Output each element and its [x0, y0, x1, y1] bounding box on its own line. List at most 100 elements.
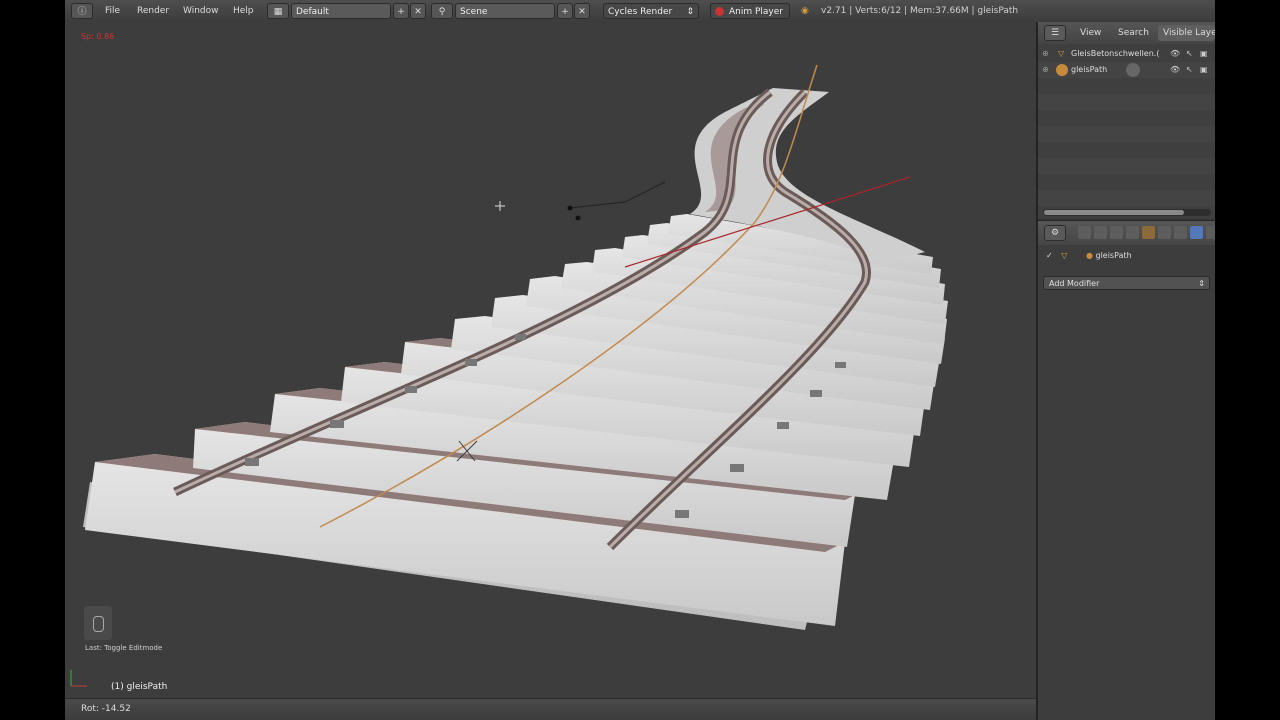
scrollbar-thumb[interactable]	[1044, 210, 1184, 215]
fastener	[245, 458, 259, 466]
outliner-empty-row	[1038, 78, 1215, 94]
add-screen-button[interactable]: +	[393, 3, 409, 19]
curve-object-icon	[1056, 64, 1068, 76]
outliner-empty-row	[1038, 158, 1215, 174]
fastener	[835, 362, 846, 368]
mesh-object-icon: ▽	[1061, 251, 1068, 260]
data-tab-icon[interactable]	[1174, 226, 1187, 239]
properties-header: ⚙	[1038, 220, 1215, 245]
track-scene	[70, 64, 948, 687]
viewport-corner-text: Sp: 0.86	[81, 32, 115, 41]
render-engine-label: Cycles Render	[608, 7, 673, 17]
scene-icon[interactable]: ⚲	[431, 3, 453, 19]
render-engine-select[interactable]: Cycles Render ⇕	[603, 3, 699, 19]
scene-tab-icon[interactable]	[1110, 226, 1123, 239]
stop-icon	[715, 7, 724, 16]
menu-help[interactable]: Help	[229, 3, 258, 19]
fastener	[405, 386, 417, 393]
outliner-item-name: gleisPath	[1071, 65, 1108, 74]
properties-editor: ⚙ ✓ ▽ ● gleisPath Add Modifier ⇕	[1038, 220, 1215, 720]
breadcrumb-object: gleisPath	[1095, 251, 1132, 260]
outliner-empty-row	[1038, 126, 1215, 142]
world-tab-icon[interactable]	[1126, 226, 1139, 239]
outliner-empty-row	[1038, 110, 1215, 126]
letterbox-left	[0, 0, 65, 720]
material-tab-icon[interactable]	[1206, 226, 1215, 239]
menu-file[interactable]: File	[101, 3, 124, 19]
screen-layout-field[interactable]: Default	[291, 3, 391, 19]
expand-icon[interactable]: ⊕	[1042, 46, 1049, 62]
properties-editor-icon[interactable]: ⚙	[1044, 225, 1066, 241]
curve-data-icon	[1126, 63, 1140, 77]
object-tab-icon[interactable]	[1142, 226, 1155, 239]
info-header: ⓘ File Render Window Help ▦ Default + ✕ …	[65, 0, 1215, 23]
anim-player-button[interactable]: Anim Player	[710, 3, 790, 19]
axis-gizmo	[70, 670, 87, 687]
scene-stats: v2.71 | Verts:6/12 | Mem:37.66M | gleisP…	[821, 6, 1019, 16]
status-bar: Rot: -14.52	[65, 698, 1036, 720]
anim-player-label: Anim Player	[729, 7, 783, 17]
mouse-icon	[93, 616, 104, 632]
fastener	[810, 390, 822, 397]
outliner-tab-search[interactable]: Search	[1118, 28, 1149, 38]
render-layers-tab-icon[interactable]	[1094, 226, 1107, 239]
fastener	[330, 420, 344, 428]
outliner-filter-visible-layers[interactable]: Visible Layers	[1158, 25, 1215, 41]
remove-scene-button[interactable]: ✕	[574, 3, 590, 19]
remove-screen-button[interactable]: ✕	[410, 3, 426, 19]
3d-viewport[interactable]: Sp: 0.86 Last: Toggle Editmode (1) gleis…	[65, 22, 1036, 698]
last-operator: Last: Toggle Editmode	[85, 644, 163, 652]
fastener	[465, 359, 477, 366]
handle-point[interactable]	[567, 205, 573, 211]
chevron-updown-icon: ⇕	[1198, 279, 1205, 288]
curve-object-icon: ●	[1085, 251, 1093, 260]
sleepers	[85, 214, 948, 626]
active-object-label: (1) gleisPath	[111, 682, 168, 692]
render-camera-icon[interactable]: ▣	[1200, 62, 1208, 78]
add-modifier-dropdown[interactable]: Add Modifier ⇕	[1043, 276, 1210, 290]
letterbox-right	[1215, 0, 1280, 720]
pin-icon[interactable]: ✓	[1046, 251, 1053, 260]
render-tab-icon[interactable]	[1078, 226, 1091, 239]
fastener	[515, 334, 526, 340]
menu-render[interactable]: Render	[133, 3, 173, 19]
outliner: ☰ View Search Visible Layers ⊕ ▽ GleisBe…	[1038, 22, 1215, 218]
visibility-icon[interactable]: 👁	[1170, 46, 1180, 62]
add-scene-button[interactable]: +	[557, 3, 573, 19]
constraints-tab-icon[interactable]	[1158, 226, 1171, 239]
outliner-empty-row	[1038, 142, 1215, 158]
mesh-object-icon: ▽	[1058, 49, 1065, 58]
object-origin-icon	[495, 201, 505, 211]
outliner-empty-row	[1038, 190, 1215, 206]
outliner-header: ☰ View Search Visible Layers	[1038, 22, 1215, 44]
outliner-editor-icon[interactable]: ☰	[1044, 25, 1066, 41]
curve-handle	[569, 181, 666, 209]
visibility-icon[interactable]: 👁	[1170, 62, 1180, 78]
blender-logo-icon: ◉	[801, 6, 809, 16]
breadcrumb: ✓ ▽ ● gleisPath	[1046, 251, 1132, 260]
scene-field[interactable]: Scene	[455, 3, 555, 19]
expand-icon[interactable]: ⊕	[1042, 62, 1049, 78]
render-camera-icon[interactable]: ▣	[1200, 46, 1208, 62]
handle-point[interactable]	[575, 215, 581, 221]
menu-window[interactable]: Window	[179, 3, 223, 19]
outliner-tab-view[interactable]: View	[1080, 28, 1101, 38]
rotation-status: Rot: -14.52	[81, 704, 131, 714]
toggle-editmode-thumbnail[interactable]	[84, 606, 112, 640]
chevron-updown-icon: ⇕	[686, 7, 694, 17]
select-arrow-icon[interactable]: ↖	[1186, 62, 1193, 78]
modifier-wrench-icon[interactable]	[1190, 226, 1203, 239]
outliner-empty-row	[1038, 94, 1215, 110]
screen-layout-icon[interactable]: ▦	[267, 3, 289, 19]
add-modifier-label: Add Modifier	[1049, 279, 1100, 288]
select-arrow-icon[interactable]: ↖	[1186, 46, 1193, 62]
fastener	[777, 422, 789, 429]
editor-type-button[interactable]: ⓘ	[71, 3, 93, 19]
outliner-row[interactable]: ⊕ ▽ GleisBetonschwellen.( 👁 ↖ ▣	[1038, 46, 1215, 62]
blender-window: ⓘ File Render Window Help ▦ Default + ✕ …	[65, 0, 1215, 720]
outliner-row[interactable]: ⊕ gleisPath 👁 ↖ ▣	[1038, 62, 1215, 78]
outliner-empty-row	[1038, 174, 1215, 190]
outliner-scrollbar[interactable]	[1043, 209, 1211, 216]
fastener	[675, 510, 689, 518]
outliner-item-name: GleisBetonschwellen.(	[1071, 49, 1160, 58]
